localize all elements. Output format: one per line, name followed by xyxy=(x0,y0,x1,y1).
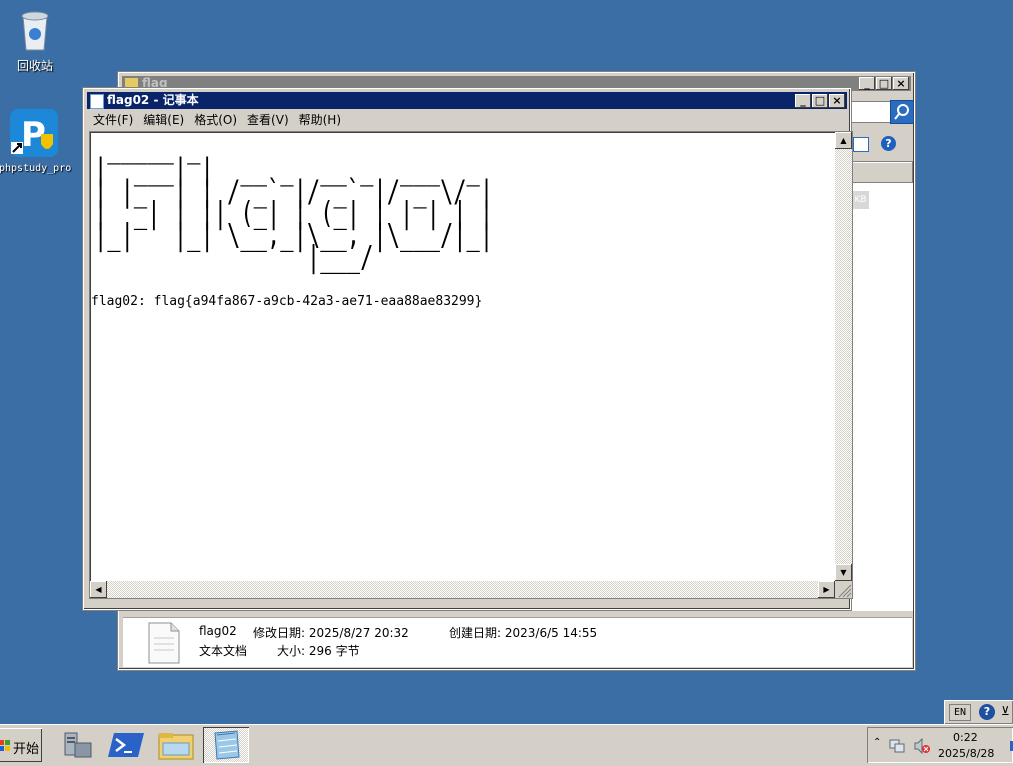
phpstudy-icon: P xyxy=(10,109,58,157)
notepad-icon xyxy=(90,94,104,109)
language-indicator[interactable]: EN xyxy=(949,704,971,721)
text-file-icon xyxy=(148,622,180,664)
options-icon[interactable]: ⊻ xyxy=(1001,704,1010,718)
maximize-button[interactable]: □ xyxy=(876,77,892,90)
menu-file[interactable]: 文件(F) xyxy=(88,111,138,128)
preview-pane-icon[interactable] xyxy=(853,137,869,152)
taskbar-powershell[interactable] xyxy=(104,727,150,763)
folder-icon xyxy=(158,733,194,760)
scroll-down-button[interactable]: ▼ xyxy=(835,564,852,581)
ascii-art-banner: _____ _ | ___| | __ _ __ _ ___ _ | |_ | … xyxy=(94,131,494,275)
horizontal-scrollbar[interactable]: ◀ ▶ xyxy=(90,581,835,598)
detail-name: flag02 xyxy=(199,624,237,638)
close-button[interactable]: × xyxy=(829,94,845,108)
start-button[interactable]: 开始 xyxy=(0,728,42,762)
notepad-icon xyxy=(214,730,240,760)
clock-date[interactable]: 2025/8/28 xyxy=(938,747,994,760)
flag-text: flag02: flag{a94fa867-a9cb-42a3-ae71-eaa… xyxy=(91,294,483,309)
system-tray: ⌃ 0:22 2025/8/28 xyxy=(867,727,1013,763)
taskbar-server-manager[interactable] xyxy=(55,727,101,763)
detail-created: 创建日期: 2023/6/5 14:55 xyxy=(449,626,598,640)
notepad-title: flag02 - 记事本 xyxy=(107,93,199,107)
file-list[interactable] xyxy=(849,183,913,611)
menu-bar: 文件(F) 编辑(E) 格式(O) 查看(V) 帮助(H) xyxy=(88,110,846,129)
menu-view[interactable]: 查看(V) xyxy=(242,111,294,128)
text-editor[interactable]: _____ _ | ___| | __ _ __ _ ___ _ | |_ | … xyxy=(89,131,853,599)
start-label: 开始 xyxy=(13,742,40,757)
desktop-icon-label: 回收站 xyxy=(16,59,53,73)
help-icon[interactable]: ? xyxy=(979,704,995,720)
scroll-left-button[interactable]: ◀ xyxy=(90,581,107,598)
menu-format[interactable]: 格式(O) xyxy=(189,111,242,128)
taskbar-notepad[interactable] xyxy=(203,727,249,763)
detail-modified: 修改日期: 2025/8/27 20:32 xyxy=(253,626,409,640)
notepad-titlebar[interactable]: flag02 - 记事本 _ □ × xyxy=(87,92,847,109)
menu-help[interactable]: 帮助(H) xyxy=(294,111,346,128)
show-hidden-icons-button[interactable]: ⌃ xyxy=(873,737,881,748)
vertical-scrollbar[interactable]: ▲ ▼ xyxy=(835,132,852,581)
search-button[interactable] xyxy=(890,100,914,124)
recycle-bin-icon xyxy=(21,11,49,51)
language-bar[interactable]: EN ? ⊻ xyxy=(944,700,1013,724)
close-button[interactable]: × xyxy=(893,77,909,90)
scroll-right-button[interactable]: ▶ xyxy=(818,581,835,598)
notepad-window[interactable]: flag02 - 记事本 _ □ × 文件(F) 编辑(E) 格式(O) 查看(… xyxy=(83,88,853,610)
windows-logo-icon xyxy=(0,740,10,751)
volume-muted-icon[interactable] xyxy=(913,738,931,754)
help-icon[interactable]: ? xyxy=(881,136,896,151)
clock-time[interactable]: 0:22 xyxy=(953,731,978,744)
maximize-button[interactable]: □ xyxy=(812,94,828,108)
powershell-icon xyxy=(108,733,144,757)
desktop-icon-label: phpstudy_pro xyxy=(0,163,72,174)
detail-size: 大小: 296 字节 xyxy=(277,644,360,658)
explorer-search-box[interactable] xyxy=(851,101,891,123)
size-cell: KB xyxy=(852,191,869,209)
detail-type: 文本文档 xyxy=(199,644,248,658)
server-manager-icon xyxy=(64,732,92,758)
taskbar: 开始 ⌃ 0:22 2025/8/28 xyxy=(0,724,1013,766)
desktop-icon-phpstudy[interactable]: P phpstudy_pro xyxy=(0,108,72,174)
network-icon[interactable] xyxy=(889,738,905,754)
menu-edit[interactable]: 编辑(E) xyxy=(138,111,189,128)
taskbar-explorer[interactable] xyxy=(153,727,199,763)
minimize-button[interactable]: _ xyxy=(859,77,875,90)
details-pane: flag02 修改日期: 2025/8/27 20:32 创建日期: 2023/… xyxy=(123,617,912,667)
search-icon xyxy=(894,104,909,120)
scroll-up-button[interactable]: ▲ xyxy=(835,132,852,149)
desktop-icon-recycle-bin[interactable]: 回收站 xyxy=(0,6,70,74)
column-header[interactable] xyxy=(849,161,913,183)
minimize-button[interactable]: _ xyxy=(795,94,811,108)
resize-grip-icon xyxy=(838,584,852,598)
resize-grip[interactable] xyxy=(835,581,852,598)
